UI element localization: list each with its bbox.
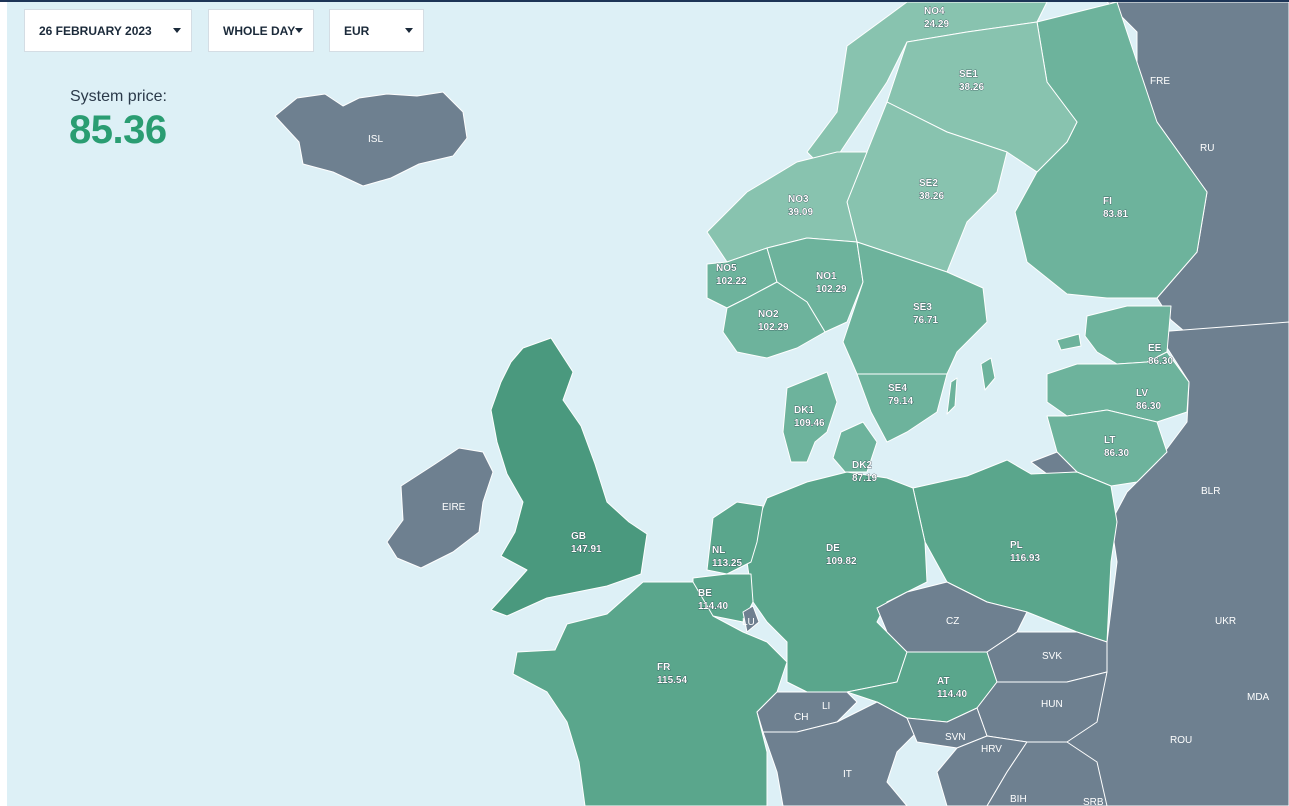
- zone-code-no1: NO1: [816, 271, 837, 282]
- system-price-label: System price:: [70, 88, 167, 105]
- zone-code-se1: SE1: [959, 69, 978, 80]
- zone-code-ee: EE: [1148, 343, 1162, 354]
- country-label-ru: RU: [1200, 143, 1214, 154]
- zone-code-fi: FI: [1103, 196, 1112, 207]
- country-label-li: LI: [822, 701, 830, 712]
- price-map[interactable]: NO4 24.29 SE1 38.26 SE2 38.26 NO3 39.09 FI 83.81 N…: [7, 2, 1289, 806]
- island-saaremaa: [1056, 333, 1082, 351]
- zone-code-se3: SE3: [913, 302, 932, 313]
- date-dropdown[interactable]: 26 FEBRUARY 2023: [24, 9, 192, 52]
- country-label-rou: ROU: [1170, 735, 1192, 746]
- country-label-svn: SVN: [945, 732, 966, 743]
- date-value: 26 FEBRUARY 2023: [39, 23, 152, 38]
- zone-price-se2: 38.26: [919, 191, 944, 202]
- currency-value: EUR: [344, 23, 370, 38]
- country-label-blr: BLR: [1201, 486, 1220, 497]
- zone-price-gb: 147.91: [571, 544, 602, 555]
- country-label-it: IT: [843, 769, 852, 780]
- zone-price-lt: 86.30: [1104, 448, 1129, 459]
- zone-price-nl: 113.25: [712, 558, 742, 569]
- zone-price-dk1: 109.46: [794, 418, 825, 429]
- country-label-cz: CZ: [946, 616, 959, 627]
- zone-code-no4: NO4: [924, 6, 945, 17]
- country-label-svk: SVK: [1042, 651, 1062, 662]
- zone-code-no2: NO2: [758, 309, 779, 320]
- zone-dk1[interactable]: [782, 371, 838, 463]
- island-gotland: [980, 357, 996, 391]
- zone-price-at: 114.40: [937, 689, 967, 700]
- chevron-down-icon: [173, 28, 181, 33]
- zone-code-gb: GB: [571, 531, 586, 542]
- zone-price-dk2: 87.19: [852, 473, 877, 484]
- period-value: WHOLE DAY: [223, 23, 296, 38]
- country-label-bih: BIH: [1010, 794, 1027, 805]
- zone-code-lt: LT: [1104, 435, 1115, 446]
- country-label-fre: FRE: [1150, 76, 1170, 87]
- zone-gb[interactable]: [490, 337, 648, 617]
- zone-code-no5: NO5: [716, 263, 737, 274]
- chevron-down-icon: [405, 28, 413, 33]
- zone-price-be: 114.40: [698, 601, 728, 612]
- zone-price-lv: 86.30: [1136, 401, 1161, 412]
- zone-price-ee: 86.30: [1148, 356, 1173, 367]
- zone-code-no3: NO3: [788, 194, 809, 205]
- zone-price-de: 109.82: [826, 556, 857, 567]
- zone-price-se1: 38.26: [959, 82, 984, 93]
- system-price-value: 85.36: [69, 108, 167, 152]
- island-oland: [946, 377, 958, 415]
- zone-code-pl: PL: [1010, 540, 1023, 551]
- zone-price-no5: 102.22: [716, 276, 747, 287]
- country-label-hrv: HRV: [981, 744, 1002, 755]
- zone-price-se4: 79.14: [888, 396, 913, 407]
- country-label-mda: MDA: [1247, 692, 1270, 703]
- zone-code-se4: SE4: [888, 383, 907, 394]
- zone-code-dk2: DK2: [852, 460, 872, 471]
- country-label-hun: HUN: [1041, 699, 1063, 710]
- zone-price-no2: 102.29: [758, 322, 789, 333]
- country-label-eire: EIRE: [442, 502, 466, 513]
- zone-price-se3: 76.71: [913, 315, 938, 326]
- zone-code-at: AT: [937, 676, 950, 687]
- zone-price-fr: 115.54: [657, 675, 687, 686]
- country-label-lu: LU: [742, 617, 755, 628]
- country-eire[interactable]: [386, 447, 494, 569]
- country-label-isl: ISL: [368, 134, 383, 145]
- zone-code-be: BE: [698, 588, 712, 599]
- zone-price-pl: 116.93: [1010, 553, 1040, 564]
- zone-price-fi: 83.81: [1103, 209, 1128, 220]
- country-label-srb: SRB: [1083, 797, 1104, 806]
- zone-code-se2: SE2: [919, 178, 938, 189]
- period-dropdown[interactable]: WHOLE DAY: [208, 9, 314, 52]
- zone-code-fr: FR: [657, 662, 671, 673]
- europe-map-svg[interactable]: NO4 24.29 SE1 38.26 SE2 38.26 NO3 39.09 FI 83.81 N…: [7, 2, 1289, 806]
- zone-code-dk1: DK1: [794, 405, 814, 416]
- zone-code-nl: NL: [712, 545, 725, 556]
- zone-price-no3: 39.09: [788, 207, 813, 218]
- country-label-ukr: UKR: [1215, 616, 1236, 627]
- zone-price-no1: 102.29: [816, 284, 847, 295]
- zone-code-lv: LV: [1136, 388, 1148, 399]
- country-label-ch: CH: [794, 712, 808, 723]
- chevron-down-icon: [295, 28, 303, 33]
- currency-dropdown[interactable]: EUR: [329, 9, 424, 52]
- zone-price-no4: 24.29: [924, 19, 949, 30]
- zone-code-de: DE: [826, 543, 840, 554]
